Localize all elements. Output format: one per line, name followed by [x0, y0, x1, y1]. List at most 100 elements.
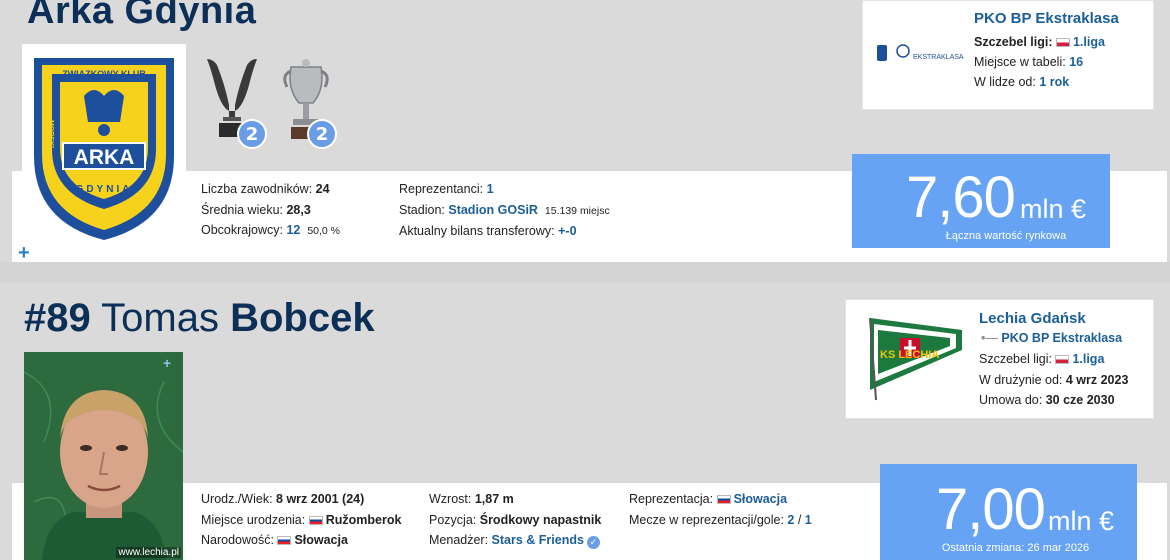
- league-level-link[interactable]: 1.liga: [1072, 352, 1104, 366]
- league-level-label: Szczebel ligi:: [979, 352, 1052, 366]
- foreigners-percent: 50,0 %: [307, 225, 341, 237]
- height-value: 1,87 m: [474, 492, 514, 506]
- trophy-cup-1[interactable]: 2: [203, 55, 267, 149]
- detail-label: Reprezentacja:: [629, 492, 714, 506]
- detail-row: Wzrost: 1,87 m: [429, 489, 601, 510]
- birth-date-value: 8 wrz 2001 (24): [276, 492, 365, 506]
- joined-label: W drużynie od:: [979, 372, 1063, 387]
- internationals-link[interactable]: 1: [487, 182, 494, 196]
- league-details: Szczebel ligi: 1.liga Miejsce w tabeli: …: [974, 32, 1105, 92]
- detail-row: Pozycja: Środkowy napastnik: [429, 510, 601, 531]
- agent-link[interactable]: Stars & Friends: [492, 533, 584, 547]
- detail-row: Reprezentacja: Słowacja: [629, 489, 812, 510]
- national-team-link[interactable]: Słowacja: [734, 492, 788, 506]
- arka-crest-icon: ZWIĄZKOWY KLUB MORSKI SPORTOWY ARKA GDYN…: [34, 58, 174, 240]
- lechia-pennant-icon[interactable]: KS LECHIA: [866, 312, 966, 402]
- caps-separator: /: [794, 512, 805, 527]
- league-since-label: W lidze od:: [974, 75, 1036, 89]
- trophy-cup-2[interactable]: 2: [281, 55, 337, 149]
- club-name-link[interactable]: Lechia Gdańsk: [979, 310, 1086, 327]
- club-market-value[interactable]: 7,60 mln € Łączna wartość rynkowa: [852, 154, 1110, 248]
- club-league-row: •— PKO BP Ekstraklasa: [981, 331, 1122, 345]
- last-change-caption: Ostatnia zmiana: 26 mar 2026: [941, 542, 1090, 554]
- league-name-link[interactable]: PKO BP Ekstraklasa: [974, 10, 1119, 27]
- stadium-capacity: 15.139 miejsc: [544, 204, 610, 217]
- slovakia-flag-icon: [716, 495, 731, 504]
- stat-label: Stadion:: [399, 202, 445, 217]
- player-name-heading: #89 Tomas Bobcek: [24, 296, 375, 341]
- league-since-row: W lidze od: 1 rok: [974, 72, 1105, 92]
- trophy-count-badge: 2: [307, 119, 337, 149]
- table-position-link[interactable]: 16: [1069, 55, 1083, 69]
- photo-plus-icon[interactable]: +: [163, 356, 177, 370]
- league-dot-icon: •—: [981, 331, 998, 345]
- poland-flag-icon: [1055, 38, 1070, 47]
- market-value-unit: mln €: [1048, 506, 1115, 536]
- detail-label: Narodowość:: [201, 533, 274, 547]
- player-details-col1: Urodz./Wiek: 8 wrz 2001 (24) Miejsce uro…: [201, 489, 401, 551]
- player-photo[interactable]: + www.lechia.pl: [24, 352, 183, 560]
- transfer-balance-link[interactable]: +-0: [558, 224, 576, 238]
- player-market-value[interactable]: 7,00 mln € Ostatnia zmiana: 26 mar 2026: [880, 464, 1137, 560]
- contract-label: Umowa do:: [979, 393, 1043, 407]
- goals-link[interactable]: 1: [805, 513, 812, 527]
- detail-label: Menadżer:: [429, 533, 489, 547]
- club-stats-left: Liczba zawodników: 24 Średnia wieku: 28,…: [201, 179, 340, 242]
- detail-row: Narodowość: Słowacja: [201, 530, 401, 551]
- detail-label: Wzrost:: [429, 492, 472, 506]
- detail-row: Urodz./Wiek: 8 wrz 2001 (24): [201, 489, 401, 510]
- stat-row: Obcokrajowcy: 12 50,0 %: [201, 220, 340, 242]
- market-value-caption: Łączna wartość rynkowa: [945, 230, 1067, 242]
- crest-left-text: MORSKI: [47, 120, 54, 148]
- table-position-row: Miejsce w tabeli: 16: [974, 52, 1105, 72]
- league-since-link[interactable]: 1 rok: [1039, 75, 1069, 89]
- detail-label: Miejsce urodzenia:: [201, 512, 306, 527]
- photo-credit: www.lechia.pl: [116, 547, 181, 558]
- stadium-link[interactable]: Stadion GOSiR: [448, 203, 538, 217]
- league-level-row: Szczebel ligi: 1.liga: [974, 32, 1105, 52]
- league-level-link[interactable]: 1.liga: [1073, 35, 1105, 49]
- joined-value: 4 wrz 2023: [1065, 372, 1129, 387]
- player-header: #89 Tomas Bobcek + www.lechia.pl Urodz./…: [0, 282, 1170, 560]
- market-value-unit: mln €: [1020, 194, 1087, 224]
- market-value-number: 7,60: [906, 165, 1016, 230]
- stat-row: Stadion: Stadion GOSiR 15.139 miejsc: [399, 200, 610, 222]
- current-club-box: KS LECHIA Lechia Gdańsk •— PKO BP Ekstra…: [845, 299, 1154, 419]
- pennant-text: KS LECHIA: [880, 349, 939, 361]
- club-stats-right: Reprezentanci: 1 Stadion: Stadion GOSiR …: [399, 179, 610, 242]
- stat-row: Aktualny bilans transferowy: +-0: [399, 221, 610, 242]
- league-level-label: Szczebel ligi:: [974, 35, 1053, 49]
- league-info-box: EKSTRAKLASA PKO BP Ekstraklasa Szczebel …: [862, 0, 1154, 110]
- detail-label: Mecze w reprezentacji/gole:: [629, 512, 784, 527]
- detail-row: Menadżer: Stars & Friends ✓: [429, 530, 601, 551]
- stat-label: Reprezentanci:: [399, 182, 484, 196]
- ekstraklasa-logo-icon[interactable]: EKSTRAKLASA: [873, 39, 973, 69]
- squad-size-value: 24: [315, 182, 330, 196]
- crest-bottom-text: GDYNIA: [76, 184, 133, 195]
- position-value: Środkowy napastnik: [479, 512, 602, 527]
- league-logo-text: EKSTRAKLASA: [913, 54, 964, 61]
- detail-label: Pozycja:: [429, 512, 477, 527]
- club-name[interactable]: Arka Gdynia: [27, 0, 256, 33]
- club-header: Arka Gdynia ZWIĄZKOWY KLUB MORSKI SPORTO…: [0, 0, 1170, 263]
- stat-row: Liczba zawodników: 24: [201, 179, 340, 200]
- foreigners-link[interactable]: 12: [286, 223, 300, 237]
- expand-plus-icon[interactable]: +: [18, 243, 32, 263]
- nationality-value: Słowacja: [294, 533, 348, 547]
- slovakia-flag-icon: [277, 536, 292, 545]
- club-league-link[interactable]: PKO BP Ekstraklasa: [1001, 331, 1122, 345]
- stat-label: Obcokrajowcy:: [201, 223, 283, 237]
- player-last-name: Bobcek: [230, 296, 375, 340]
- table-position-label: Miejsce w tabeli:: [974, 55, 1066, 69]
- club-logo[interactable]: ZWIĄZKOWY KLUB MORSKI SPORTOWY ARKA GDYN…: [22, 44, 186, 244]
- player-portrait-icon: [24, 352, 183, 560]
- player-details-col3: Reprezentacja: Słowacja Mecze w reprezen…: [629, 489, 812, 530]
- shirt-number: #89: [24, 296, 91, 340]
- stat-label: Średnia wieku:: [201, 202, 283, 217]
- contract-row: Umowa do: 30 cze 2030: [979, 390, 1128, 411]
- stat-row: Średnia wieku: 28,3: [201, 200, 340, 221]
- birth-place-value: Ružomberok: [325, 512, 402, 527]
- player-first-name: Tomas: [101, 296, 219, 340]
- detail-row: Miejsce urodzenia: Ružomberok: [201, 510, 401, 531]
- contract-details: Szczebel ligi: 1.liga W drużynie od: 4 w…: [979, 349, 1128, 411]
